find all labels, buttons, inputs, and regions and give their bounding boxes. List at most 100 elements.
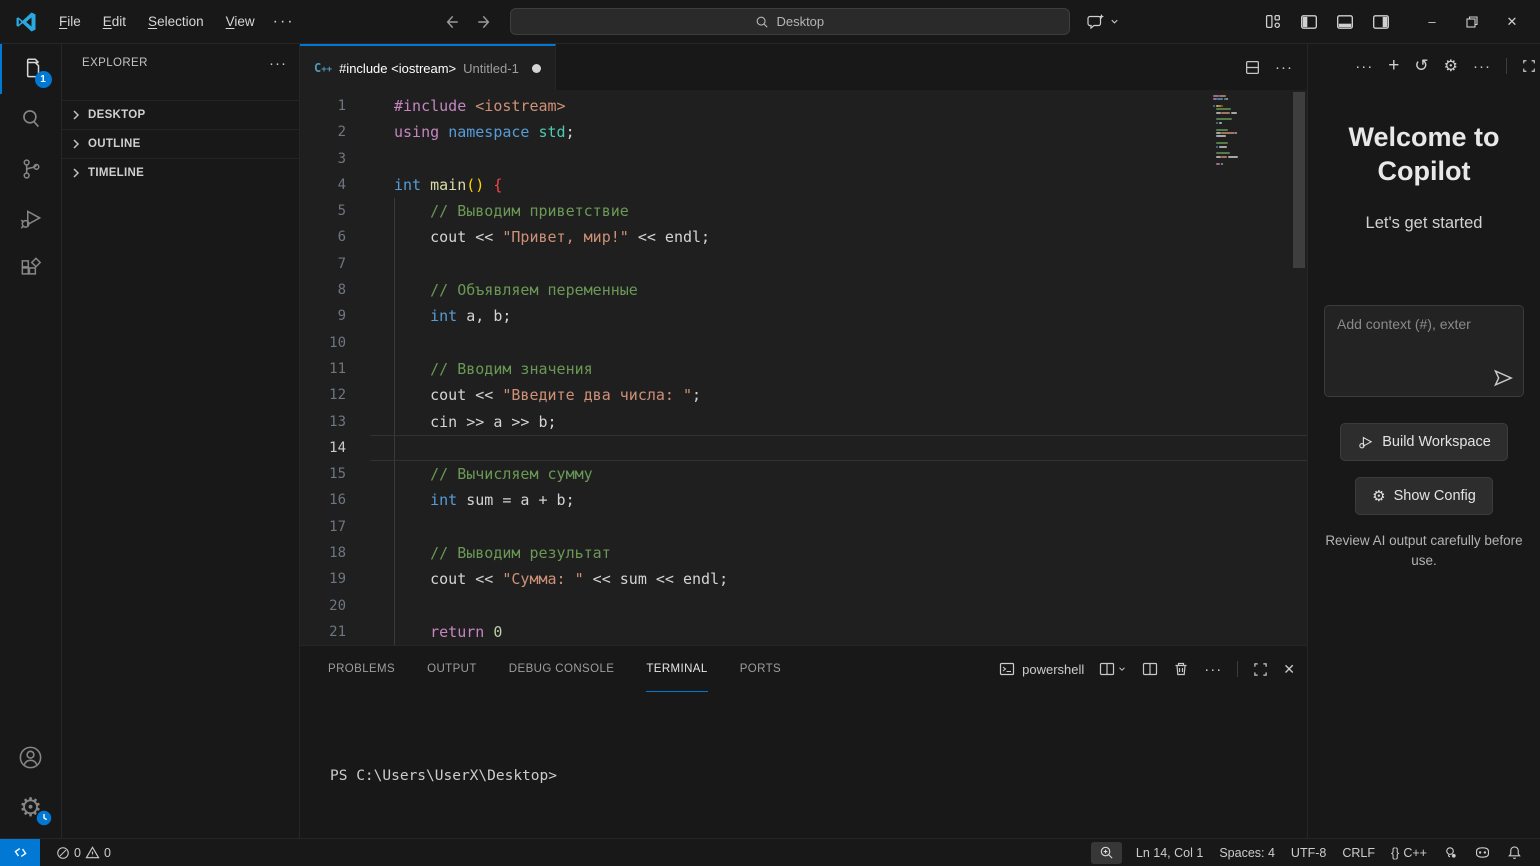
code-line-12[interactable]: 12 cout << "Введите два числа: "; (300, 382, 1307, 408)
code-text: // Выводим результат (370, 540, 1307, 566)
sidebar-sections: DESKTOPOUTLINETIMELINE (62, 100, 299, 187)
code-line-13[interactable]: 13 cin >> a >> b; (300, 409, 1307, 435)
toggle-panel-icon[interactable] (1330, 8, 1360, 36)
launch-profile-button[interactable] (1099, 661, 1127, 677)
code-line-11[interactable]: 11 // Вводим значения (300, 356, 1307, 382)
code-line-1[interactable]: 1#include <iostream> (300, 93, 1307, 119)
split-terminal-icon[interactable] (1142, 661, 1158, 677)
code-line-8[interactable]: 8 // Объявляем переменные (300, 277, 1307, 303)
expand-chat-icon[interactable] (1522, 59, 1536, 73)
minimize-button[interactable]: – (1412, 7, 1452, 37)
chat-settings-gear-icon[interactable]: ⚙ (1444, 56, 1458, 76)
encoding-status[interactable]: UTF-8 (1283, 842, 1334, 864)
menu-view[interactable]: View (217, 10, 264, 33)
menu-overflow[interactable]: ··· (264, 9, 304, 35)
source-control-activity-icon[interactable] (0, 144, 62, 194)
code-text (370, 330, 1307, 356)
code-line-19[interactable]: 19 cout << "Сумма: " << sum << endl; (300, 566, 1307, 592)
line-number: 15 (300, 461, 370, 487)
toggle-primary-sidebar-icon[interactable] (1294, 8, 1324, 36)
minimap[interactable] (1213, 94, 1259, 165)
panel-more-actions-icon[interactable]: ··· (1204, 661, 1222, 678)
line-number: 3 (300, 146, 370, 172)
panel-tab-output[interactable]: OUTPUT (427, 646, 477, 692)
terminal-content[interactable]: PS C:\Users\UserX\Desktop> (300, 692, 1307, 838)
code-line-5[interactable]: 5 // Выводим приветствие (300, 198, 1307, 224)
terminal-instance-item[interactable]: powershell (999, 661, 1084, 677)
code-line-21[interactable]: 21 return 0 (300, 619, 1307, 645)
search-activity-icon[interactable] (0, 94, 62, 144)
line-number: 14 (300, 435, 370, 461)
code-line-9[interactable]: 9 int a, b; (300, 303, 1307, 329)
new-chat-icon[interactable]: + (1388, 55, 1399, 77)
code-line-2[interactable]: 2using namespace std; (300, 119, 1307, 145)
customize-layout-icon[interactable] (1258, 8, 1288, 36)
panel-tab-ports[interactable]: PORTS (740, 646, 781, 692)
explorer-badge: 1 (35, 71, 52, 88)
code-line-3[interactable]: 3 (300, 146, 1307, 172)
modified-dot-icon[interactable] (532, 64, 541, 73)
chat-more-actions-icon[interactable]: ··· (1473, 58, 1491, 75)
forward-arrow-icon[interactable] (476, 13, 494, 31)
code-line-4[interactable]: 4int main() { (300, 172, 1307, 198)
send-icon[interactable] (1493, 368, 1513, 388)
build-workspace-button[interactable]: Build Workspace (1340, 423, 1508, 461)
panel-tab-debug-console[interactable]: DEBUG CONSOLE (509, 646, 615, 692)
code-text (370, 146, 1307, 172)
language-mode-status[interactable]: {} C++ (1383, 842, 1435, 864)
sidebar-section-desktop[interactable]: DESKTOP (62, 100, 299, 129)
split-editor-icon[interactable] (1244, 59, 1261, 76)
remote-indicator[interactable] (0, 839, 40, 866)
code-line-6[interactable]: 6 cout << "Привет, мир!" << endl; (300, 224, 1307, 250)
show-config-button[interactable]: ⚙ Show Config (1355, 477, 1493, 515)
editor-more-actions-icon[interactable]: ··· (1275, 59, 1293, 76)
code-line-16[interactable]: 16 int sum = a + b; (300, 487, 1307, 513)
menu-selection[interactable]: Selection (139, 10, 213, 33)
explorer-activity-icon[interactable]: 1 (0, 44, 62, 94)
code-line-10[interactable]: 10 (300, 330, 1307, 356)
code-line-20[interactable]: 20 (300, 593, 1307, 619)
chat-overflow-icon[interactable]: ··· (1355, 58, 1373, 75)
copilot-status-icon[interactable] (1466, 842, 1499, 864)
zoom-status-icon[interactable] (1091, 842, 1122, 864)
extensions-activity-icon[interactable] (0, 244, 62, 294)
code-line-7[interactable]: 7 (300, 251, 1307, 277)
notifications-bell-icon[interactable] (1499, 842, 1530, 864)
chat-input[interactable]: Add context (#), exter (1324, 305, 1524, 397)
eol-status[interactable]: CRLF (1334, 842, 1383, 864)
sidebar-section-timeline[interactable]: TIMELINE (62, 158, 299, 187)
code-text (370, 435, 1307, 461)
code-editor[interactable]: 1#include <iostream>2using namespace std… (300, 90, 1307, 645)
maximize-panel-icon[interactable] (1253, 662, 1268, 677)
menu-file[interactable]: File (50, 10, 90, 33)
editor-tab[interactable]: C++ #include <iostream> Untitled-1 (300, 44, 556, 90)
back-arrow-icon[interactable] (442, 13, 460, 31)
menu-edit[interactable]: Edit (94, 10, 135, 33)
code-line-15[interactable]: 15 // Вычисляем сумму (300, 461, 1307, 487)
cpp-intellisense-status-icon[interactable] (1435, 842, 1466, 864)
toggle-secondary-sidebar-icon[interactable] (1366, 8, 1396, 36)
run-debug-activity-icon[interactable] (0, 194, 62, 244)
panel-tab-problems[interactable]: PROBLEMS (328, 646, 395, 692)
sidebar-section-outline[interactable]: OUTLINE (62, 129, 299, 158)
code-line-14[interactable]: 14 (300, 435, 1307, 461)
indentation-status[interactable]: Spaces: 4 (1211, 842, 1283, 864)
chat-history-icon[interactable]: ↺ (1414, 56, 1428, 76)
close-window-button[interactable]: ✕ (1492, 7, 1532, 37)
tab-detail: Untitled-1 (463, 61, 519, 76)
editor-scrollbar[interactable] (1293, 92, 1305, 268)
code-line-18[interactable]: 18 // Выводим результат (300, 540, 1307, 566)
close-panel-icon[interactable]: ✕ (1283, 661, 1295, 678)
explorer-more-actions-icon[interactable]: ··· (269, 55, 287, 72)
command-center-search[interactable]: Desktop (510, 8, 1070, 35)
panel-tab-terminal[interactable]: TERMINAL (646, 646, 707, 692)
accounts-icon[interactable] (0, 732, 62, 782)
code-line-17[interactable]: 17 (300, 514, 1307, 540)
line-number: 11 (300, 356, 370, 382)
restore-button[interactable] (1452, 7, 1492, 37)
copilot-menu-button[interactable] (1086, 12, 1120, 32)
cursor-position-status[interactable]: Ln 14, Col 1 (1128, 842, 1211, 864)
kill-terminal-trash-icon[interactable] (1173, 661, 1189, 677)
settings-gear-icon[interactable]: ⚙ (0, 782, 62, 832)
problems-status[interactable]: 0 0 (48, 842, 119, 864)
